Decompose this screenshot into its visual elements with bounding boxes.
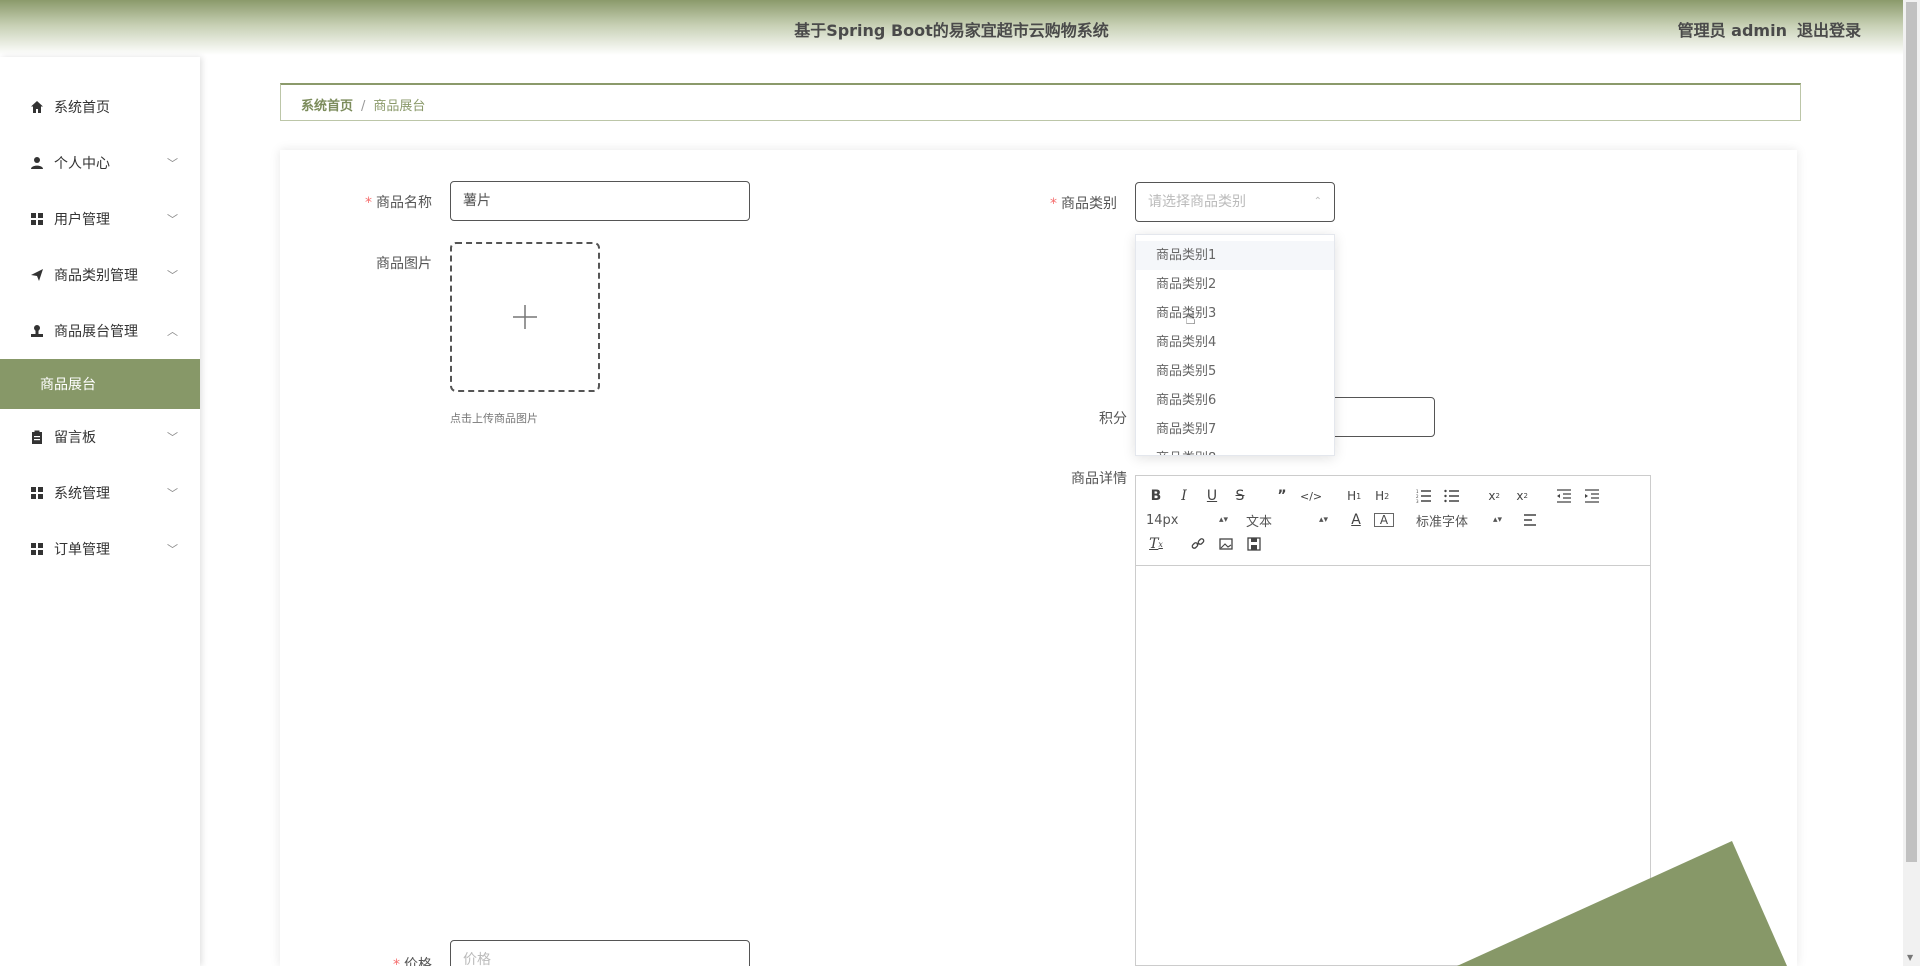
breadcrumb: 系统首页 / 商品展台	[280, 83, 1801, 121]
background-color-icon[interactable]: A	[1374, 513, 1394, 527]
required-mark: *	[365, 195, 372, 211]
hand-cursor-icon: ☝	[1185, 308, 1196, 329]
upload-tip: 点击上传商品图片	[450, 412, 538, 425]
breadcrumb-separator: /	[361, 99, 366, 114]
underline-icon[interactable]: U	[1202, 486, 1222, 506]
h1-icon[interactable]: H1	[1344, 486, 1364, 506]
form-card: * 商品名称 薯片 * 商品类别 请选择商品类别 ⌃ 商品图片 点击上传商品图片 积…	[280, 150, 1797, 966]
submenu-item-showcase[interactable]: 商品展台	[0, 359, 200, 409]
italic-icon[interactable]: I	[1174, 486, 1194, 506]
page-scrollbar[interactable]: ▼	[1903, 0, 1920, 966]
name-label: * 商品名称	[365, 195, 432, 211]
user-icon	[30, 156, 44, 170]
align-icon[interactable]	[1520, 510, 1540, 530]
dropdown-option[interactable]: 商品类别4	[1136, 328, 1334, 357]
sidebar-item-category[interactable]: 商品类别管理 ﹀	[0, 247, 200, 303]
blockquote-icon[interactable]: ”	[1272, 486, 1292, 506]
chevron-up-icon: ︿	[167, 325, 178, 338]
chevron-down-icon: ﹀	[167, 543, 178, 556]
sidebar-item-label: 个人中心	[54, 156, 110, 172]
required-mark: *	[1050, 196, 1057, 212]
sidebar-item-users[interactable]: 用户管理 ﹀	[0, 191, 200, 247]
link-icon[interactable]	[1188, 534, 1208, 554]
font-color-icon[interactable]: A	[1346, 510, 1366, 530]
plus-icon	[452, 244, 598, 390]
font-size-select[interactable]: 14px ▴▾	[1146, 513, 1228, 528]
sidebar-item-messages[interactable]: 留言板 ﹀	[0, 409, 200, 465]
send-icon	[30, 268, 44, 282]
sidebar-item-label: 系统管理	[54, 486, 110, 502]
clipboard-icon	[30, 430, 44, 444]
strike-icon[interactable]: S	[1230, 486, 1250, 506]
required-mark: *	[393, 957, 400, 966]
h2-icon[interactable]: H2	[1372, 486, 1392, 506]
name-input[interactable]: 薯片	[450, 181, 750, 221]
category-label: * 商品类别	[1050, 196, 1117, 212]
points-label: 积分	[1099, 411, 1127, 427]
grid-icon	[30, 542, 44, 556]
price-input[interactable]: 价格	[450, 940, 750, 966]
breadcrumb-home[interactable]: 系统首页	[301, 99, 353, 114]
image-upload[interactable]	[450, 242, 600, 392]
breadcrumb-current: 商品展台	[373, 99, 426, 114]
top-header: 基于Spring Boot的易家宜超市云购物系统 管理员 admin 退出登录	[0, 0, 1903, 55]
logout-link[interactable]: 退出登录	[1797, 17, 1861, 41]
font-family-select[interactable]: 标准字体 ▴▾	[1416, 511, 1502, 530]
code-icon[interactable]: </>	[1300, 486, 1322, 506]
bullet-list-icon[interactable]	[1442, 486, 1462, 506]
sidebar-item-home[interactable]: 系统首页	[0, 79, 200, 135]
editor-toolbar: B I U S ” </> H1 H2 123 x2 x2 14px ▴▾ 文本…	[1136, 476, 1650, 566]
block-type-select[interactable]: 文本 ▴▾	[1246, 511, 1328, 530]
category-dropdown: 商品类别1 商品类别2 商品类别3 商品类别4 商品类别5 商品类别6 商品类别…	[1135, 234, 1335, 456]
price-label: * 价格	[312, 954, 432, 966]
sidebar-item-label: 留言板	[54, 430, 96, 446]
scrollbar-thumb[interactable]	[1906, 2, 1917, 862]
chevron-up-icon: ⌃	[1313, 196, 1322, 207]
sidebar-item-personal[interactable]: 个人中心 ﹀	[0, 135, 200, 191]
dropdown-option[interactable]: 商品类别2	[1136, 270, 1334, 299]
sidebar-item-label: 用户管理	[54, 212, 110, 228]
detail-label: 商品详情	[1071, 471, 1127, 487]
home-icon	[30, 100, 44, 114]
subscript-icon[interactable]: x2	[1484, 486, 1504, 506]
dropdown-option[interactable]: 商品类别3	[1136, 299, 1334, 328]
sidebar-item-showcase[interactable]: 商品展台管理 ︿	[0, 303, 200, 359]
decorative-shape	[1457, 841, 1787, 966]
grid-icon	[30, 212, 44, 226]
sidebar-item-label: 商品展台管理	[54, 324, 138, 340]
clear-format-icon[interactable]: Tx	[1146, 534, 1166, 554]
image-icon[interactable]	[1216, 534, 1236, 554]
dropdown-option[interactable]: 商品类别5	[1136, 357, 1334, 386]
dropdown-option[interactable]: 商品类别7	[1136, 415, 1334, 444]
sidebar-item-system[interactable]: 系统管理 ﹀	[0, 465, 200, 521]
sidebar-item-label: 系统首页	[54, 100, 110, 116]
video-icon[interactable]	[1244, 534, 1264, 554]
stamp-icon	[30, 324, 44, 338]
bold-icon[interactable]: B	[1146, 486, 1166, 506]
image-label: 商品图片	[376, 256, 432, 272]
dropdown-option[interactable]: 商品类别1	[1136, 241, 1334, 270]
user-label: 管理员 admin	[1677, 21, 1787, 40]
chevron-down-icon: ﹀	[167, 157, 178, 170]
sidebar-item-label: 商品类别管理	[54, 268, 138, 284]
ordered-list-icon[interactable]: 123	[1414, 486, 1434, 506]
sidebar: 系统首页 个人中心 ﹀ 用户管理 ﹀ 商品类别管理 ﹀ 商品展台管理 ︿ 商品展…	[0, 57, 200, 966]
sidebar-item-orders[interactable]: 订单管理 ﹀	[0, 521, 200, 577]
grid-icon	[30, 486, 44, 500]
user-area: 管理员 admin 退出登录	[1678, 17, 1861, 41]
sidebar-item-label: 订单管理	[54, 542, 110, 558]
dropdown-option[interactable]: 商品类别6	[1136, 386, 1334, 415]
superscript-icon[interactable]: x2	[1512, 486, 1532, 506]
outdent-icon[interactable]	[1554, 486, 1574, 506]
scroll-down-icon[interactable]: ▼	[1907, 953, 1913, 962]
app-title: 基于Spring Boot的易家宜超市云购物系统	[794, 21, 1109, 40]
chevron-down-icon: ﹀	[167, 269, 178, 282]
chevron-down-icon: ﹀	[167, 431, 178, 444]
indent-icon[interactable]	[1582, 486, 1602, 506]
category-select[interactable]: 请选择商品类别 ⌃	[1135, 182, 1335, 222]
dropdown-option[interactable]: 商品类别8	[1136, 444, 1334, 455]
svg-text:3: 3	[1416, 499, 1419, 503]
chevron-down-icon: ﹀	[167, 213, 178, 226]
chevron-down-icon: ﹀	[167, 487, 178, 500]
